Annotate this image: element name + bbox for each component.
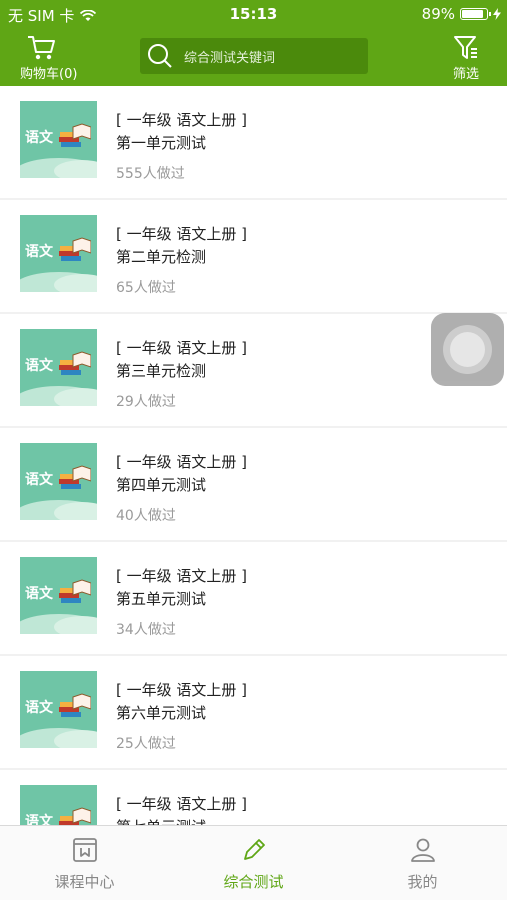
test-count: 555人做过 — [116, 166, 185, 182]
thumbnail-label: 语文 — [25, 358, 53, 374]
test-item-4[interactable]: 语文 [ 一年级 语文上册 ] 第四单元测试 40人做过 — [0, 428, 507, 540]
tab-mine[interactable]: 我的 — [338, 826, 507, 900]
test-thumbnail: 语文 — [20, 101, 97, 178]
charging-icon — [493, 8, 501, 20]
tab-course-center[interactable]: 课程中心 — [0, 826, 169, 900]
test-item-1[interactable]: 语文 [ 一年级 语文上册 ] 第一单元测试 555人做过 — [0, 86, 507, 198]
assistive-touch-button[interactable] — [431, 313, 504, 386]
test-title: 第一单元测试 — [116, 134, 207, 152]
book-icon — [59, 693, 91, 717]
status-bar: 无 SIM 卡 15:13 89% — [0, 0, 507, 28]
test-title: 第三单元检测 — [116, 362, 207, 380]
test-subject: [ 一年级 语文上册 ] — [116, 567, 248, 585]
battery-percent: 89% — [421, 5, 455, 23]
test-count: 29人做过 — [116, 394, 176, 410]
book-icon — [59, 123, 91, 147]
test-thumbnail: 语文 — [20, 785, 97, 825]
search-input[interactable]: 综合测试关键词 — [140, 38, 368, 74]
thumbnail-label: 语文 — [25, 586, 53, 602]
test-title: 第四单元测试 — [116, 476, 207, 494]
test-item-7[interactable]: 语文 [ 一年级 语文上册 ] 第七单元测试 — [0, 770, 507, 825]
test-item-2[interactable]: 语文 [ 一年级 语文上册 ] 第二单元检测 65人做过 — [0, 200, 507, 312]
battery-icon — [460, 8, 491, 20]
thumbnail-label: 语文 — [25, 814, 53, 825]
test-subject: [ 一年级 语文上册 ] — [116, 795, 248, 813]
test-count: 25人做过 — [116, 736, 176, 752]
filter-label: 筛选 — [452, 67, 479, 82]
test-item-6[interactable]: 语文 [ 一年级 语文上册 ] 第六单元测试 25人做过 — [0, 656, 507, 768]
test-count: 65人做过 — [116, 280, 176, 296]
cart-button[interactable]: 购物车(0) — [20, 34, 100, 82]
search-placeholder: 综合测试关键词 — [184, 50, 276, 66]
tab-comprehensive-test[interactable]: 综合测试 — [169, 826, 338, 900]
tab-label: 综合测试 — [223, 873, 284, 891]
test-title: 第二单元检测 — [116, 248, 207, 266]
nav-bar: 购物车(0) 综合测试关键词 筛选 — [0, 28, 507, 86]
thumbnail-label: 语文 — [25, 244, 53, 260]
cart-icon — [28, 36, 55, 60]
test-subject: [ 一年级 语文上册 ] — [116, 681, 248, 699]
tab-label: 课程中心 — [54, 873, 115, 891]
test-subject: [ 一年级 语文上册 ] — [116, 111, 248, 129]
test-title: 第五单元测试 — [116, 590, 207, 608]
thumbnail-label: 语文 — [25, 472, 53, 488]
tab-bar: 课程中心 综合测试 我的 — [0, 825, 507, 900]
test-title: 第七单元测试 — [116, 816, 206, 825]
tab-label: 我的 — [407, 873, 438, 891]
book-icon — [59, 465, 91, 489]
test-list: 语文 [ 一年级 语文上册 ] 第一单元测试 555人做过 语文 [ 一年级 语… — [0, 86, 507, 825]
book-icon — [59, 237, 91, 261]
status-bar-right: 89% — [422, 5, 501, 23]
thumbnail-label: 语文 — [25, 130, 53, 146]
book-icon — [59, 807, 91, 825]
filter-icon — [454, 36, 477, 59]
filter-button[interactable]: 筛选 — [445, 34, 487, 82]
user-icon — [410, 838, 435, 862]
test-thumbnail: 语文 — [20, 671, 97, 748]
test-thumbnail: 语文 — [20, 215, 97, 292]
test-title: 第六单元测试 — [116, 704, 207, 722]
search-icon — [148, 44, 172, 68]
course-center-icon — [72, 838, 97, 862]
test-thumbnail: 语文 — [20, 443, 97, 520]
book-icon — [59, 351, 91, 375]
test-thumbnail: 语文 — [20, 557, 97, 634]
thumbnail-label: 语文 — [25, 700, 53, 716]
pencil-icon — [243, 839, 265, 860]
test-thumbnail: 语文 — [20, 329, 97, 406]
assistive-ring-inner — [450, 332, 485, 367]
test-count: 40人做过 — [116, 508, 176, 524]
test-item-5[interactable]: 语文 [ 一年级 语文上册 ] 第五单元测试 34人做过 — [0, 542, 507, 654]
test-subject: [ 一年级 语文上册 ] — [116, 225, 248, 243]
book-icon — [59, 579, 91, 603]
test-count: 34人做过 — [116, 622, 176, 638]
test-subject: [ 一年级 语文上册 ] — [116, 453, 248, 471]
cart-label: 购物车(0) — [20, 67, 78, 82]
test-subject: [ 一年级 语文上册 ] — [116, 339, 248, 357]
